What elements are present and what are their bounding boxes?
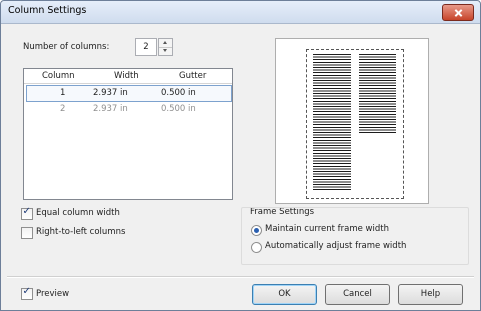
header-width[interactable]: Width — [114, 71, 139, 81]
row-gutter-value[interactable]: 0.500 in — [161, 88, 196, 98]
adjust-frame-width-label[interactable]: Automatically adjust frame width — [265, 241, 406, 251]
header-gutter[interactable]: Gutter — [179, 71, 206, 81]
preview-label[interactable]: Preview — [36, 289, 69, 299]
column-1-preview — [313, 54, 351, 192]
number-of-columns-input[interactable]: 2 — [135, 38, 157, 56]
column-layout-preview — [275, 38, 429, 204]
frame-outline — [306, 49, 404, 199]
equal-column-width-checkbox[interactable] — [21, 206, 33, 220]
title-bar[interactable]: Column Settings — [1, 1, 480, 24]
number-of-columns-spinner[interactable] — [158, 38, 173, 56]
column-table-header: Column Width Gutter — [24, 69, 232, 84]
frame-settings-group — [241, 207, 469, 265]
number-of-columns-label: Number of columns: — [23, 42, 110, 52]
column-table: Column Width Gutter 1 2.937 in 0.500 in … — [23, 68, 233, 200]
row-width-value[interactable]: 2.937 in — [93, 88, 128, 98]
preview-checkbox[interactable] — [21, 286, 33, 300]
cancel-button[interactable]: Cancel — [325, 284, 390, 305]
table-row[interactable]: 2 2.937 in 0.500 in — [26, 102, 230, 117]
dialog-title: Column Settings — [8, 5, 87, 16]
column-2-preview — [359, 54, 396, 134]
adjust-frame-width-radio[interactable] — [251, 242, 262, 253]
maintain-frame-width-label[interactable]: Maintain current frame width — [265, 224, 389, 234]
ok-button[interactable]: OK — [252, 284, 317, 305]
help-button[interactable]: Help — [398, 284, 463, 305]
table-row[interactable]: 1 2.937 in 0.500 in — [26, 85, 232, 102]
maintain-frame-width-radio[interactable] — [251, 225, 262, 236]
row-column-number: 1 — [60, 88, 66, 98]
header-column[interactable]: Column — [42, 71, 75, 81]
right-to-left-label[interactable]: Right-to-left columns — [36, 227, 125, 237]
equal-column-width-label[interactable]: Equal column width — [36, 208, 120, 218]
column-settings-dialog: Column Settings Number of columns: 2 Col… — [0, 0, 481, 311]
row-width-value[interactable]: 2.937 in — [93, 104, 128, 114]
right-to-left-checkbox[interactable] — [21, 227, 33, 239]
row-column-number: 2 — [60, 104, 66, 114]
footer-divider — [7, 276, 474, 278]
row-gutter-value[interactable]: 0.500 in — [161, 104, 196, 114]
spin-down-arrow-icon[interactable] — [159, 47, 172, 55]
close-button[interactable] — [442, 4, 474, 21]
